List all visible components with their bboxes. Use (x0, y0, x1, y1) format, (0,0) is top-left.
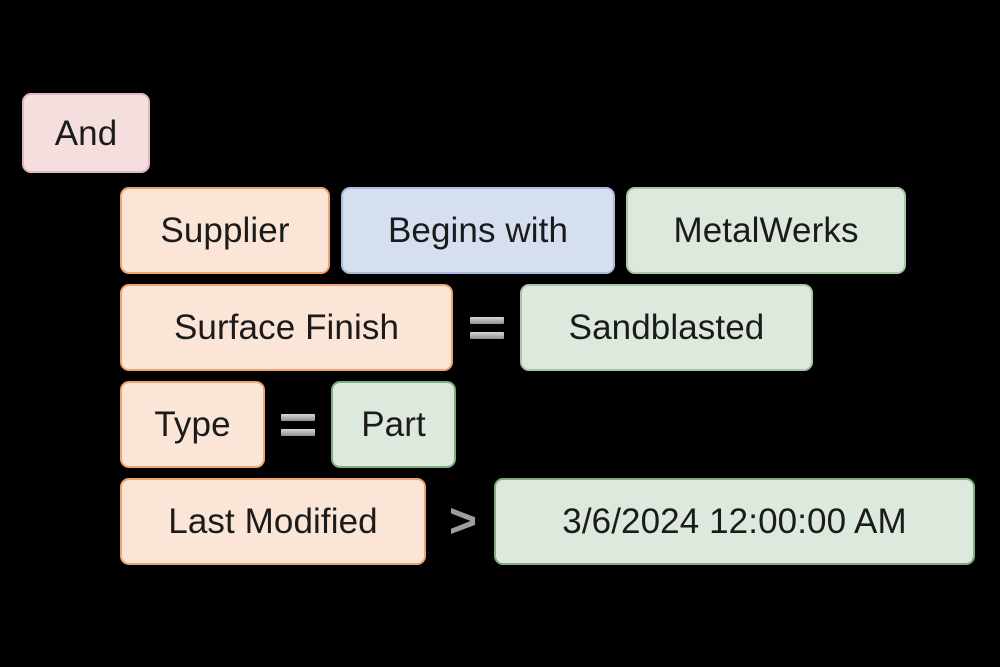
condition-field-label: Supplier (160, 211, 290, 250)
condition-value-label: Sandblasted (568, 308, 765, 347)
condition-value-label: 3/6/2024 12:00:00 AM (562, 502, 907, 541)
equals-glyph (470, 316, 504, 339)
equals-glyph (281, 413, 315, 436)
equals-bar-bottom (281, 428, 315, 436)
condition-value-chip-sandblasted[interactable]: Sandblasted (520, 284, 813, 371)
condition-value-chip-last-modified-date[interactable]: 3/6/2024 12:00:00 AM (494, 478, 975, 565)
condition-operator-chip-begins-with[interactable]: Begins with (341, 187, 615, 274)
condition-value-chip-part[interactable]: Part (331, 381, 456, 468)
condition-field-chip-last-modified[interactable]: Last Modified (120, 478, 426, 565)
condition-operator-label: Begins with (387, 211, 569, 250)
equals-bar-bottom (470, 331, 504, 339)
condition-value-label: Part (361, 405, 426, 444)
condition-operator-equals-icon[interactable] (463, 284, 511, 371)
logic-operator-label: And (54, 113, 118, 153)
condition-field-chip-supplier[interactable]: Supplier (120, 187, 330, 274)
logic-operator-chip-and[interactable]: And (22, 93, 150, 173)
condition-field-label: Last Modified (168, 502, 378, 541)
greater-than-glyph: > (448, 494, 478, 548)
condition-field-chip-type[interactable]: Type (120, 381, 265, 468)
equals-bar-top (470, 316, 504, 324)
condition-field-chip-surface-finish[interactable]: Surface Finish (120, 284, 453, 371)
condition-operator-equals-icon[interactable] (274, 381, 322, 468)
condition-field-label: Surface Finish (173, 308, 400, 347)
condition-value-label: MetalWerks (673, 211, 859, 250)
filter-criteria-canvas: And Supplier Begins with MetalWerks Surf… (0, 0, 1000, 667)
condition-operator-greater-than-icon[interactable]: > (438, 478, 488, 565)
condition-field-label: Type (154, 405, 231, 444)
condition-value-chip-metalwerks[interactable]: MetalWerks (626, 187, 906, 274)
equals-bar-top (281, 413, 315, 421)
